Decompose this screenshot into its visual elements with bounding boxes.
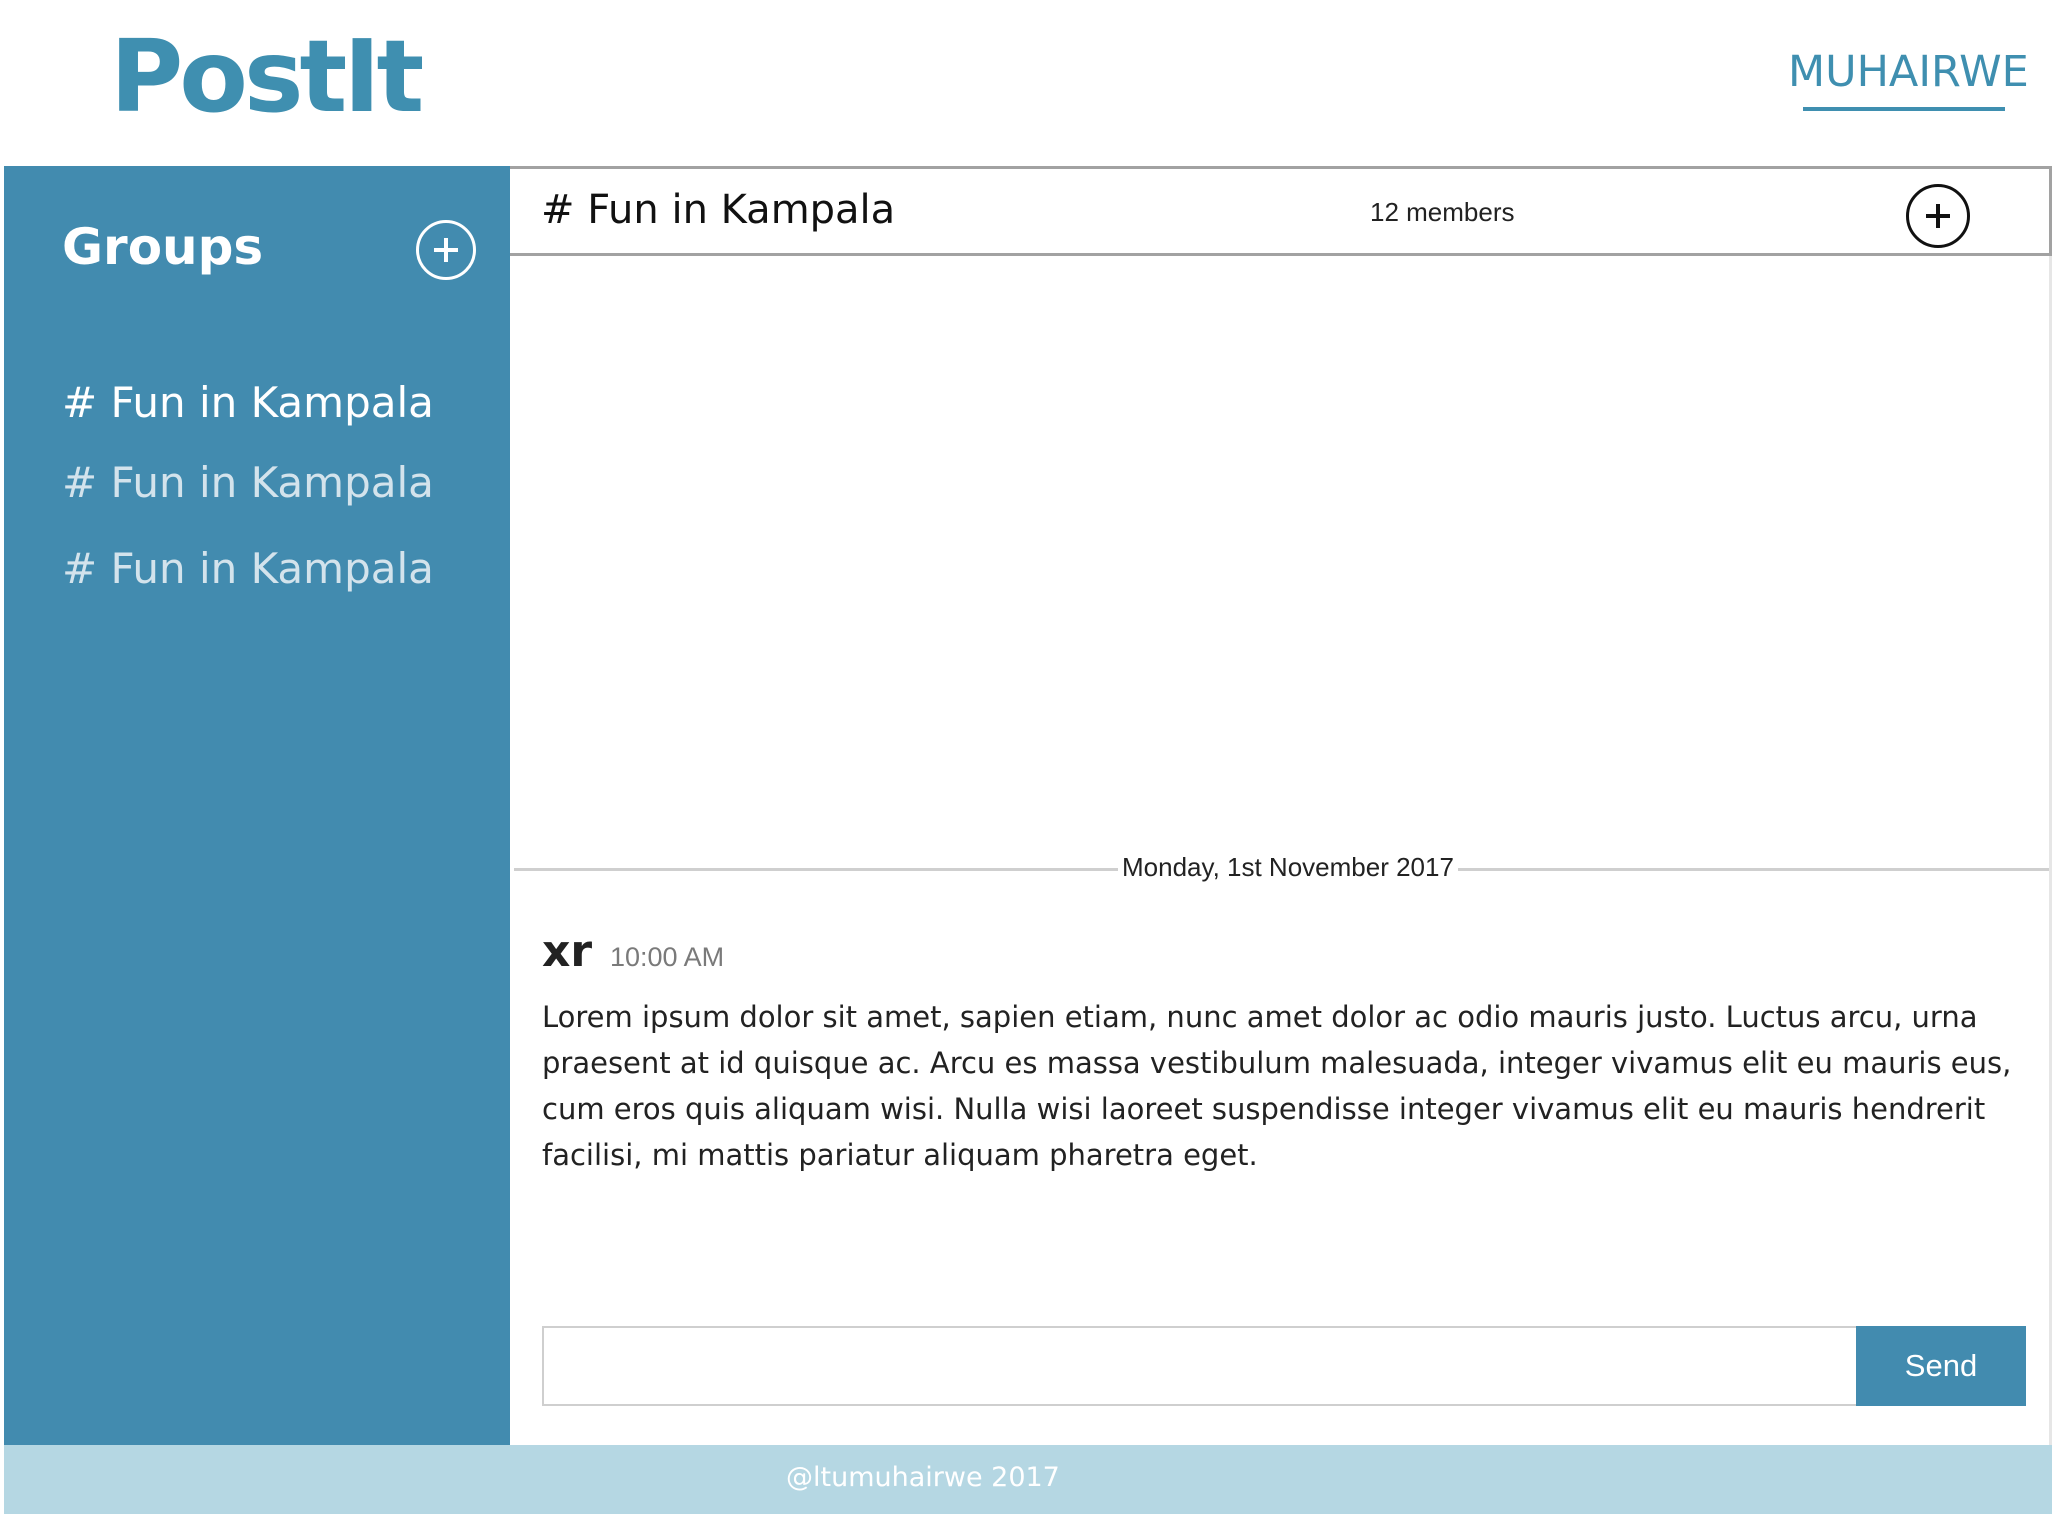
sidebar-group-item[interactable]: # Fun in Kampala — [62, 458, 434, 507]
send-button[interactable]: Send — [1856, 1326, 2026, 1406]
add-group-button[interactable] — [416, 220, 476, 280]
date-divider-label: Monday, 1st November 2017 — [1118, 852, 1458, 883]
channel-title: # Fun in Kampala — [541, 187, 896, 233]
add-member-button[interactable] — [1906, 184, 1970, 248]
groups-heading: Groups — [62, 218, 264, 276]
footer-copyright: @ltumuhairwe 2017 — [786, 1462, 1060, 1493]
member-count[interactable]: 12 members — [1370, 197, 1515, 228]
message-author: xr — [542, 926, 593, 977]
footer: @ltumuhairwe 2017 — [4, 1445, 2052, 1514]
app-logo: PostIt — [110, 18, 424, 135]
plus-circle-icon — [1926, 204, 1950, 228]
user-link-underline — [1803, 107, 2005, 111]
user-profile-link[interactable]: MUHAIRWE — [1788, 47, 2029, 97]
sidebar: Groups # Fun in Kampala # Fun in Kampala… — [4, 166, 510, 1445]
message-input[interactable] — [542, 1326, 1856, 1406]
sidebar-group-item[interactable]: # Fun in Kampala — [62, 378, 434, 427]
channel-header: # Fun in Kampala 12 members — [510, 166, 2052, 256]
message-composer: Send — [542, 1326, 2026, 1406]
message-body: Lorem ipsum dolor sit amet, sapien etiam… — [542, 1000, 2012, 1172]
message-timestamp: 10:00 AM — [610, 942, 725, 972]
message-area: Monday, 1st November 2017 xr 10:00 AM Lo… — [510, 256, 2052, 1445]
plus-circle-icon — [434, 238, 458, 262]
sidebar-group-item[interactable]: # Fun in Kampala — [62, 544, 434, 593]
